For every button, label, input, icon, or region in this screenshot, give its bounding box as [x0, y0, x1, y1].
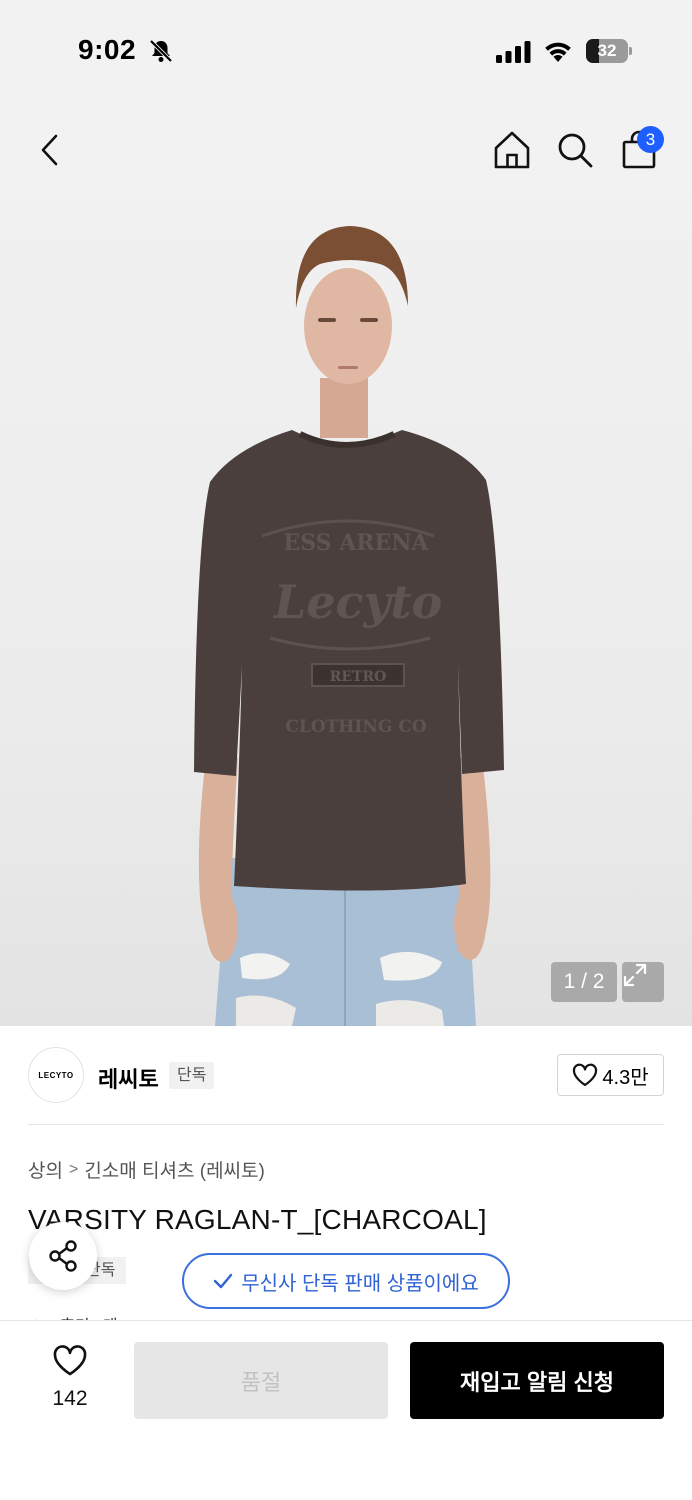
product-image-gallery[interactable]: RETRO Lecyto ESS ARENA CLOTHING CO 1 / 2 [0, 198, 692, 1026]
breadcrumb: 상의 > 긴소매 티셔츠 (레씨토) [28, 1156, 265, 1183]
expand-icon [623, 963, 647, 987]
brand-like-button[interactable]: 4.3만 [557, 1054, 664, 1096]
battery-icon: 32 [586, 39, 632, 63]
wifi-icon [545, 42, 571, 62]
product-photo: RETRO Lecyto ESS ARENA CLOTHING CO [194, 226, 504, 1026]
breadcrumb-separator: > [68, 1160, 79, 1178]
sold-out-button: 품절 [134, 1342, 388, 1419]
divider [28, 1124, 664, 1125]
search-button[interactable] [553, 128, 597, 172]
cellular-signal-icon [496, 41, 531, 63]
back-button[interactable] [28, 128, 72, 172]
brand-row: LECYTO 레씨토 단독 4.3만 [0, 1026, 692, 1126]
bottom-action-bar: 142 품절 재입고 알림 신청 [0, 1320, 692, 1500]
brand-like-count: 4.3만 [602, 1066, 649, 1089]
brand-name[interactable]: 레씨토 [98, 1062, 159, 1094]
wishlist-button[interactable]: 142 [40, 1345, 100, 1415]
cart-count-badge: 3 [637, 126, 664, 153]
home-icon [494, 131, 530, 169]
breadcrumb-subcategory[interactable]: 긴소매 티셔츠 (레씨토) [84, 1156, 265, 1183]
heart-icon [53, 1345, 87, 1376]
expand-image-button[interactable] [622, 962, 664, 1002]
product-title: VARSITY RAGLAN-T_[CHARCOAL] [28, 1204, 487, 1235]
brand-exclusive-tag: 단독 [169, 1062, 215, 1089]
heart-icon [573, 1063, 598, 1087]
shirt-print-banner: RETRO [330, 669, 387, 685]
search-icon [558, 133, 593, 168]
battery-level: 32 [597, 41, 617, 60]
share-button[interactable] [29, 1222, 97, 1290]
status-time: 9:02 [78, 34, 137, 65]
chevron-left-icon [41, 134, 58, 166]
bell-slash-icon [149, 39, 173, 63]
home-button[interactable] [490, 128, 534, 172]
exclusive-notice-text: 무신사 단독 판매 상품이에요 [241, 1272, 479, 1295]
status-bar: 9:02 32 [0, 0, 692, 100]
breadcrumb-category[interactable]: 상의 [28, 1156, 63, 1183]
restock-alert-button[interactable]: 재입고 알림 신청 [410, 1342, 664, 1419]
image-page-indicator: 1 / 2 [551, 962, 617, 1002]
check-icon [214, 1273, 233, 1289]
shirt-print-bottom: CLOTHING CO [285, 717, 426, 737]
shirt-print-script: Lecyto [272, 575, 442, 629]
rating-summary: ★ 5 후기 7개 [28, 1312, 118, 1320]
share-icon [49, 1240, 77, 1272]
exclusive-notice-pill: 무신사 단독 판매 상품이에요 [182, 1253, 510, 1309]
brand-logo[interactable]: LECYTO [28, 1047, 84, 1103]
wishlist-count: 142 [52, 1387, 88, 1410]
shirt-print-top: ESS ARENA [283, 530, 429, 556]
top-navigation [0, 100, 692, 198]
